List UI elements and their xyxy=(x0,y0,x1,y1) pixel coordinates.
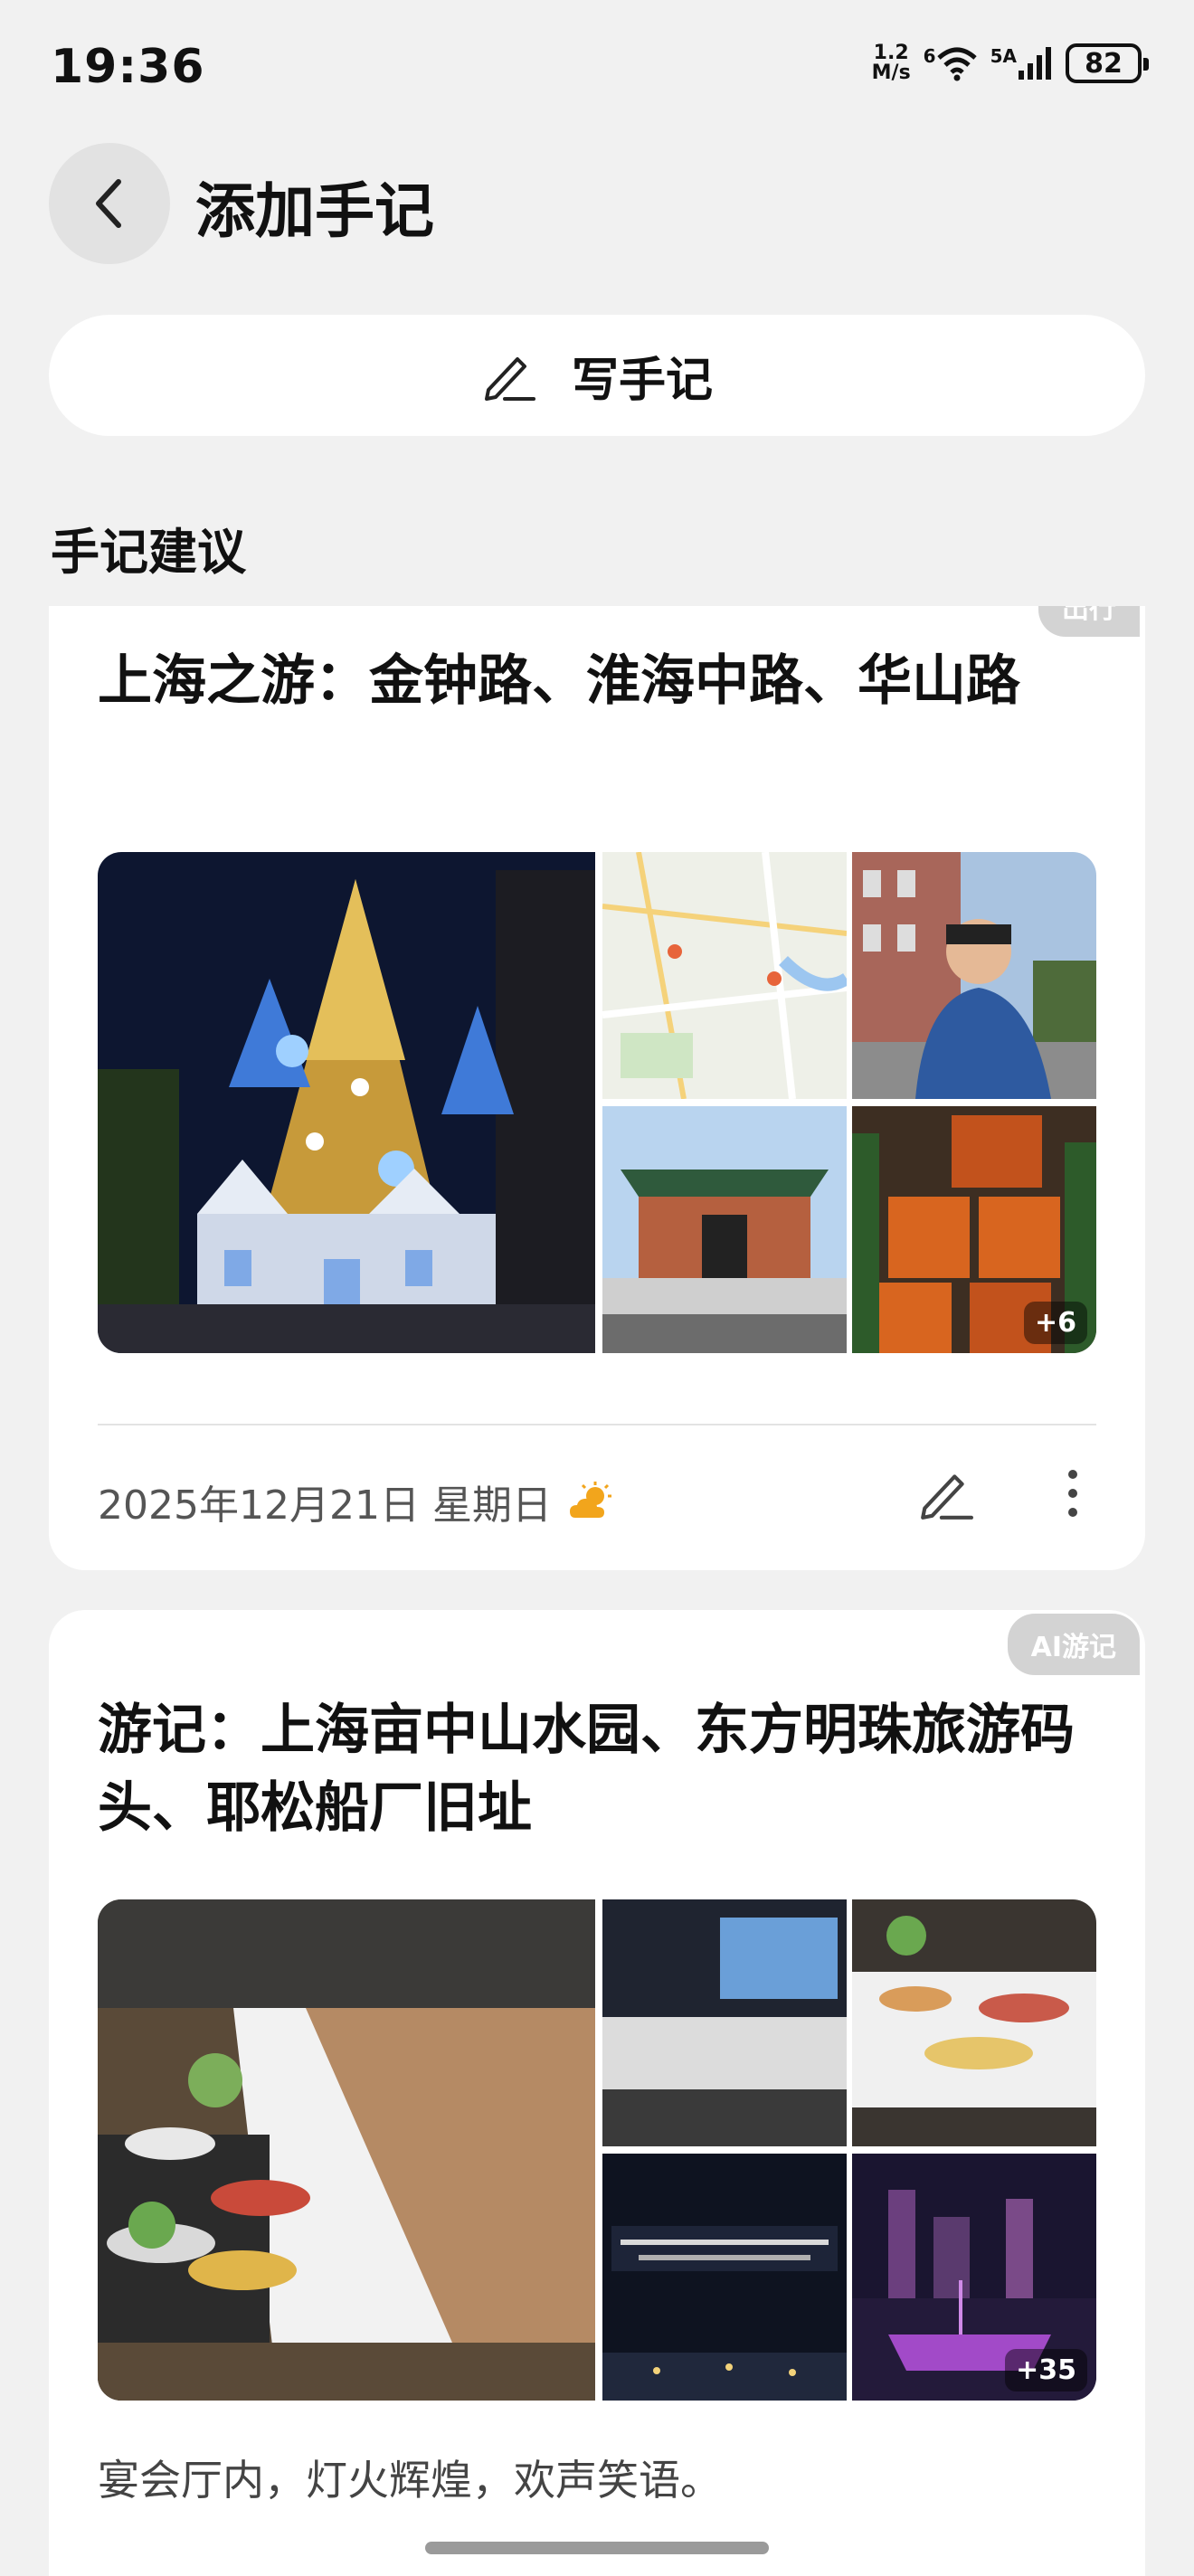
photo-grid[interactable]: +35 xyxy=(98,1899,1096,2401)
status-icons: 1.2 M/s 6 5A 82 xyxy=(872,43,1149,83)
partly-sunny-icon xyxy=(569,1482,611,1518)
suggestion-card[interactable]: 出行 上海之游：金钟路、淮海中路、华山路 +6 2025年12月21日 星期日 xyxy=(49,606,1145,1570)
network-speed-unit: M/s xyxy=(871,62,911,84)
signal-icon: 5A xyxy=(990,45,1053,81)
card-actions xyxy=(917,1465,1082,1521)
wifi-icon: 6 xyxy=(924,45,978,81)
card-title: 上海之游：金钟路、淮海中路、华山路 xyxy=(98,649,1020,713)
page-title: 添加手记 xyxy=(195,176,434,246)
signal-network-label: 5A xyxy=(990,45,1017,67)
chevron-left-icon xyxy=(96,179,121,228)
photo-building[interactable] xyxy=(602,1106,847,1353)
network-speed: 1.2 M/s xyxy=(872,43,911,83)
more-vertical-icon[interactable] xyxy=(1064,1465,1082,1521)
photo-christmas-tree[interactable] xyxy=(98,852,595,1353)
battery-level: 82 xyxy=(1085,47,1123,80)
more-photos-count: +6 xyxy=(1023,1302,1087,1344)
photo-night-skyline-boat[interactable]: +35 xyxy=(852,2154,1096,2401)
card-description: 宴会厅内，灯火辉煌，欢声笑语。 xyxy=(98,2456,722,2505)
wifi-generation-label: 6 xyxy=(923,45,936,67)
card-date-text: 2025年12月21日 星期日 xyxy=(98,1482,552,1529)
photo-christmas-blocks[interactable]: +6 xyxy=(852,1106,1096,1353)
back-button[interactable] xyxy=(49,143,170,264)
more-photos-count: +35 xyxy=(1005,2349,1087,2391)
card-date: 2025年12月21日 星期日 xyxy=(98,1473,615,1530)
photo-street-portrait[interactable] xyxy=(852,852,1096,1099)
card-badge: 出行 xyxy=(1038,606,1140,637)
status-bar: 19:36 1.2 M/s 6 5A 82 xyxy=(0,0,1194,136)
write-note-button[interactable]: 写手记 xyxy=(49,315,1145,436)
write-note-label: 写手记 xyxy=(571,353,713,408)
pen-icon xyxy=(484,357,535,401)
photo-banquet-hall[interactable] xyxy=(98,1899,595,2401)
photo-buffet-table[interactable] xyxy=(852,1899,1096,2146)
card-badge: AI游记 xyxy=(1007,1614,1140,1675)
section-title: 手记建议 xyxy=(51,524,246,581)
photo-grid[interactable]: +6 xyxy=(98,852,1096,1353)
photo-meeting-room[interactable] xyxy=(602,1899,847,2146)
photo-map[interactable] xyxy=(602,852,847,1099)
card-divider xyxy=(98,1424,1096,1425)
network-speed-value: 1.2 xyxy=(873,42,909,64)
home-indicator[interactable] xyxy=(425,2542,769,2554)
suggestion-card[interactable]: AI游记 游记：上海亩中山水园、东方明珠旅游码头、耶松船厂旧址 +35 宴会厅内… xyxy=(49,1610,1145,2576)
status-time: 19:36 xyxy=(51,40,205,94)
card-title: 游记：上海亩中山水园、东方明珠旅游码头、耶松船厂旧址 xyxy=(98,1699,1075,1840)
edit-button[interactable] xyxy=(917,1465,973,1521)
photo-huawei-night-sign[interactable] xyxy=(602,2154,847,2401)
battery-icon: 82 xyxy=(1066,43,1149,83)
